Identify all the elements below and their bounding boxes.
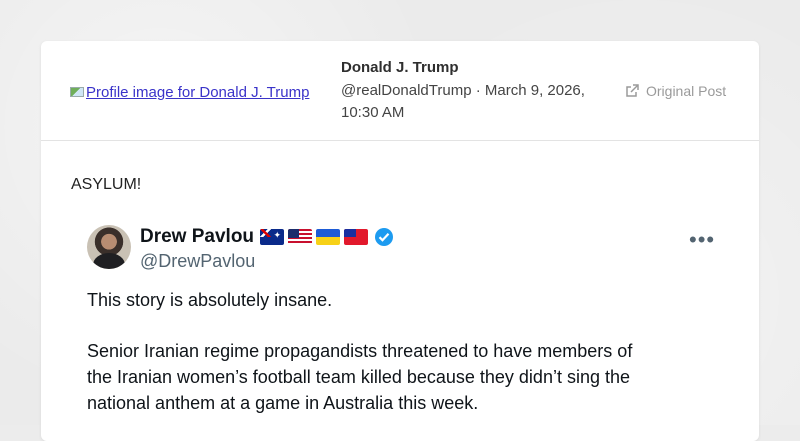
quoted-text-line: national anthem at a game in Australia t… [87, 393, 479, 413]
quoted-author-handle[interactable]: @DrewPavlou [140, 251, 255, 272]
original-post-label[interactable]: Original Post [646, 83, 726, 99]
original-post-link[interactable]: Original Post [624, 83, 726, 99]
quoted-name-row: Drew Pavlou [140, 226, 394, 248]
post-text: ASYLUM! [71, 176, 142, 193]
verified-badge-icon [375, 228, 394, 246]
usa-flag-icon [288, 229, 313, 245]
more-options-icon[interactable]: ••• [689, 227, 715, 253]
external-link-icon [626, 84, 639, 97]
author-handle-date: @realDonaldTrump · March 9, 2026, [341, 82, 585, 99]
quoted-author-name[interactable]: Drew Pavlou [140, 226, 254, 248]
author-name[interactable]: Donald J. Trump [341, 59, 611, 77]
post-card: Profile image for Donald J. Trump Donald… [41, 41, 759, 441]
quoted-tweet[interactable]: Drew Pavlou @DrewPavlou ••• This story i… [41, 209, 759, 441]
post-header: Profile image for Donald J. Trump Donald… [41, 41, 759, 141]
quoted-text-line: This story is absolutely insane. [87, 290, 333, 310]
author-meta: @realDonaldTrump · March 9, 2026, 10:30 … [341, 80, 611, 124]
avatar[interactable] [87, 225, 131, 269]
quoted-text-line: the Iranian women’s football team killed… [87, 367, 630, 387]
author-block: Donald J. Trump @realDonaldTrump · March… [341, 59, 611, 124]
broken-image-icon [70, 87, 84, 97]
ukraine-flag-icon [316, 229, 341, 245]
quoted-text-line: Senior Iranian regime propagandists thre… [87, 341, 633, 361]
profile-image-alt-text[interactable]: Profile image for Donald J. Trump [86, 84, 309, 101]
profile-image[interactable]: Profile image for Donald J. Trump [70, 83, 330, 101]
author-time: 10:30 AM [341, 104, 405, 121]
taiwan-flag-icon [344, 229, 369, 245]
australia-flag-icon [260, 229, 285, 245]
